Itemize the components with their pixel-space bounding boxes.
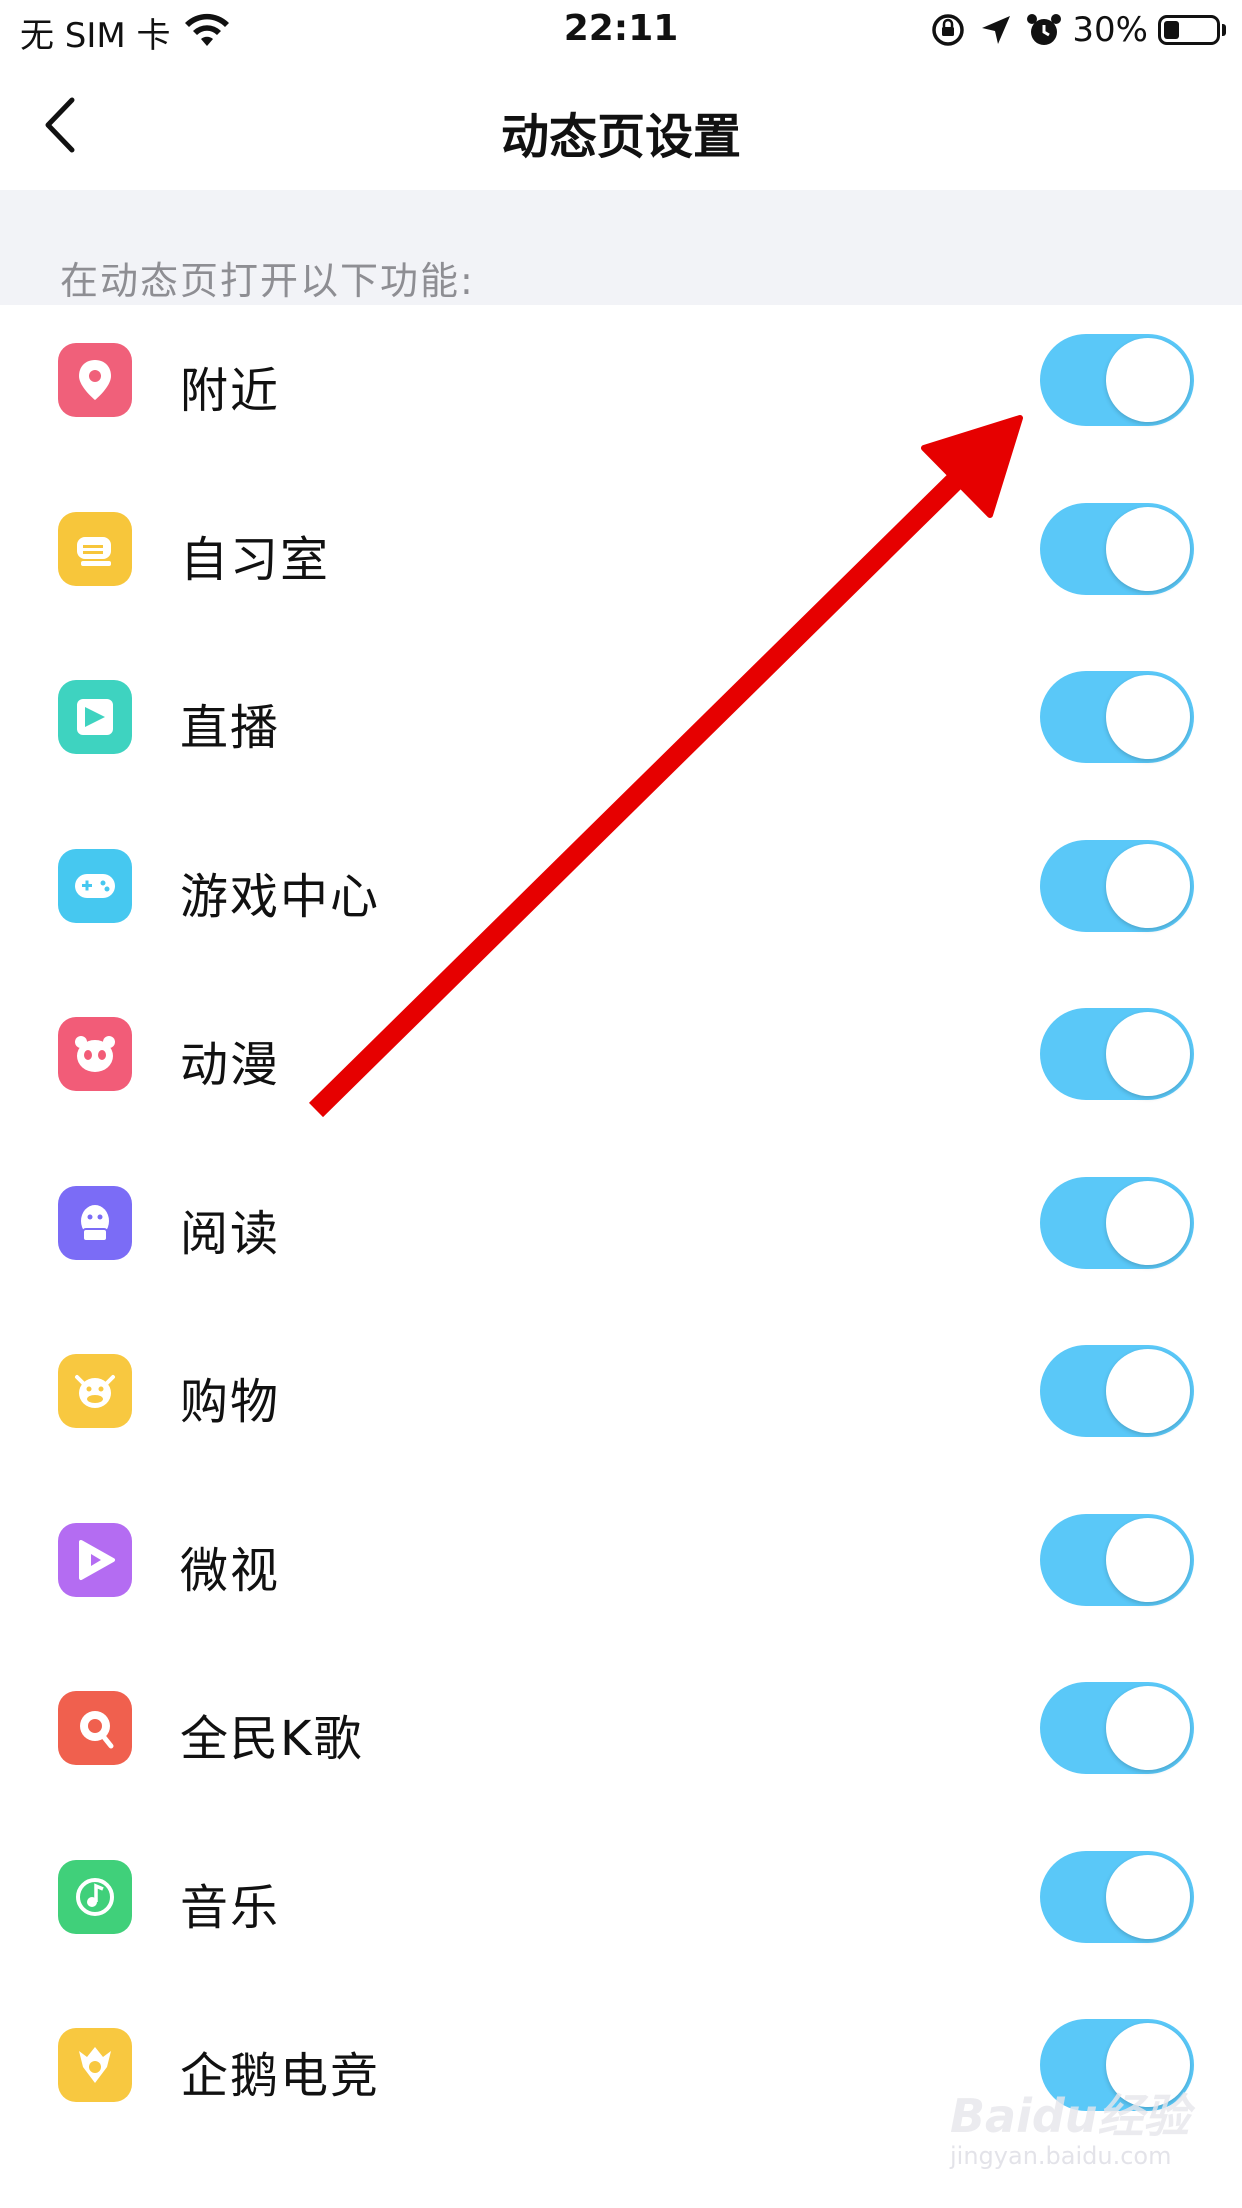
toggle-knob <box>1106 675 1190 759</box>
status-bar: 无 SIM 卡 22:11 30% <box>0 0 1242 62</box>
cow-icon <box>58 1354 132 1428</box>
battery-percent: 30% <box>1072 10 1148 50</box>
list-item: 自习室 <box>0 474 1242 642</box>
list-item: 动漫 <box>0 979 1242 1147</box>
toggle-knob <box>1106 1518 1190 1602</box>
row-label: 音乐 <box>180 1880 281 1936</box>
list-item: 阅读 <box>0 1148 1242 1316</box>
toggle-switch[interactable] <box>1040 1514 1194 1606</box>
toggle-switch[interactable] <box>1040 1851 1194 1943</box>
watermark-url: jingyan.baidu.com <box>950 2142 1172 2170</box>
toggle-knob <box>1106 1855 1190 1939</box>
list-item: 微视 <box>0 1485 1242 1653</box>
toggle-knob <box>1106 1181 1190 1265</box>
toggle-knob <box>1106 1349 1190 1433</box>
row-label: 阅读 <box>180 1206 281 1262</box>
row-label: 企鹅电竞 <box>180 2048 381 2104</box>
watermark: Baidu经验 jingyan.baidu.com <box>950 2080 1210 2190</box>
list-item: 游戏中心 <box>0 811 1242 979</box>
list-item: 全民K歌 <box>0 1653 1242 1821</box>
toggle-knob <box>1106 338 1190 422</box>
live-icon <box>58 680 132 754</box>
list-item: 购物 <box>0 1316 1242 1484</box>
toggle-knob <box>1106 507 1190 591</box>
location-pin-icon <box>58 343 132 417</box>
toggle-switch[interactable] <box>1040 671 1194 763</box>
row-label: 自习室 <box>180 532 331 588</box>
row-label: 游戏中心 <box>180 869 381 925</box>
row-label: 微视 <box>180 1543 281 1599</box>
watermark-brand: Baidu经验 <box>950 2089 1190 2143</box>
toggle-switch[interactable] <box>1040 334 1194 426</box>
toggle-switch[interactable] <box>1040 1345 1194 1437</box>
status-right-group: 30% <box>928 8 1226 52</box>
battery-nub <box>1222 24 1226 36</box>
nav-bar: 动态页设置 <box>0 62 1242 190</box>
list-item: 附近 <box>0 305 1242 473</box>
battery-icon <box>1158 15 1220 45</box>
karaoke-icon <box>58 1691 132 1765</box>
alarm-icon <box>1027 14 1062 45</box>
gamepad-icon <box>58 849 132 923</box>
list-item: 直播 <box>0 642 1242 810</box>
play-icon <box>58 1523 132 1597</box>
toggle-switch[interactable] <box>1040 1008 1194 1100</box>
page-title: 动态页设置 <box>500 109 741 165</box>
toggle-knob <box>1106 844 1190 928</box>
toggle-knob <box>1106 1686 1190 1770</box>
esports-icon <box>58 2028 132 2102</box>
toggle-knob <box>1106 1012 1190 1096</box>
penguin-reading-icon <box>58 1186 132 1260</box>
study-room-icon <box>58 512 132 586</box>
toggle-switch[interactable] <box>1040 1177 1194 1269</box>
toggle-switch[interactable] <box>1040 1682 1194 1774</box>
panda-icon <box>58 1017 132 1091</box>
section-header: 在动态页打开以下功能: <box>0 190 1242 305</box>
toggle-switch[interactable] <box>1040 503 1194 595</box>
rotation-lock-icon <box>932 14 965 46</box>
section-header-text: 在动态页打开以下功能: <box>60 259 475 303</box>
location-icon <box>982 16 1011 44</box>
row-label: 购物 <box>180 1374 281 1430</box>
row-label: 全民K歌 <box>180 1711 364 1767</box>
list-item: 音乐 <box>0 1822 1242 1990</box>
toggle-switch[interactable] <box>1040 840 1194 932</box>
row-label: 附近 <box>180 363 281 419</box>
battery-fill <box>1164 21 1179 39</box>
row-label: 动漫 <box>180 1037 281 1093</box>
row-label: 直播 <box>180 700 281 756</box>
music-icon <box>58 1860 132 1934</box>
